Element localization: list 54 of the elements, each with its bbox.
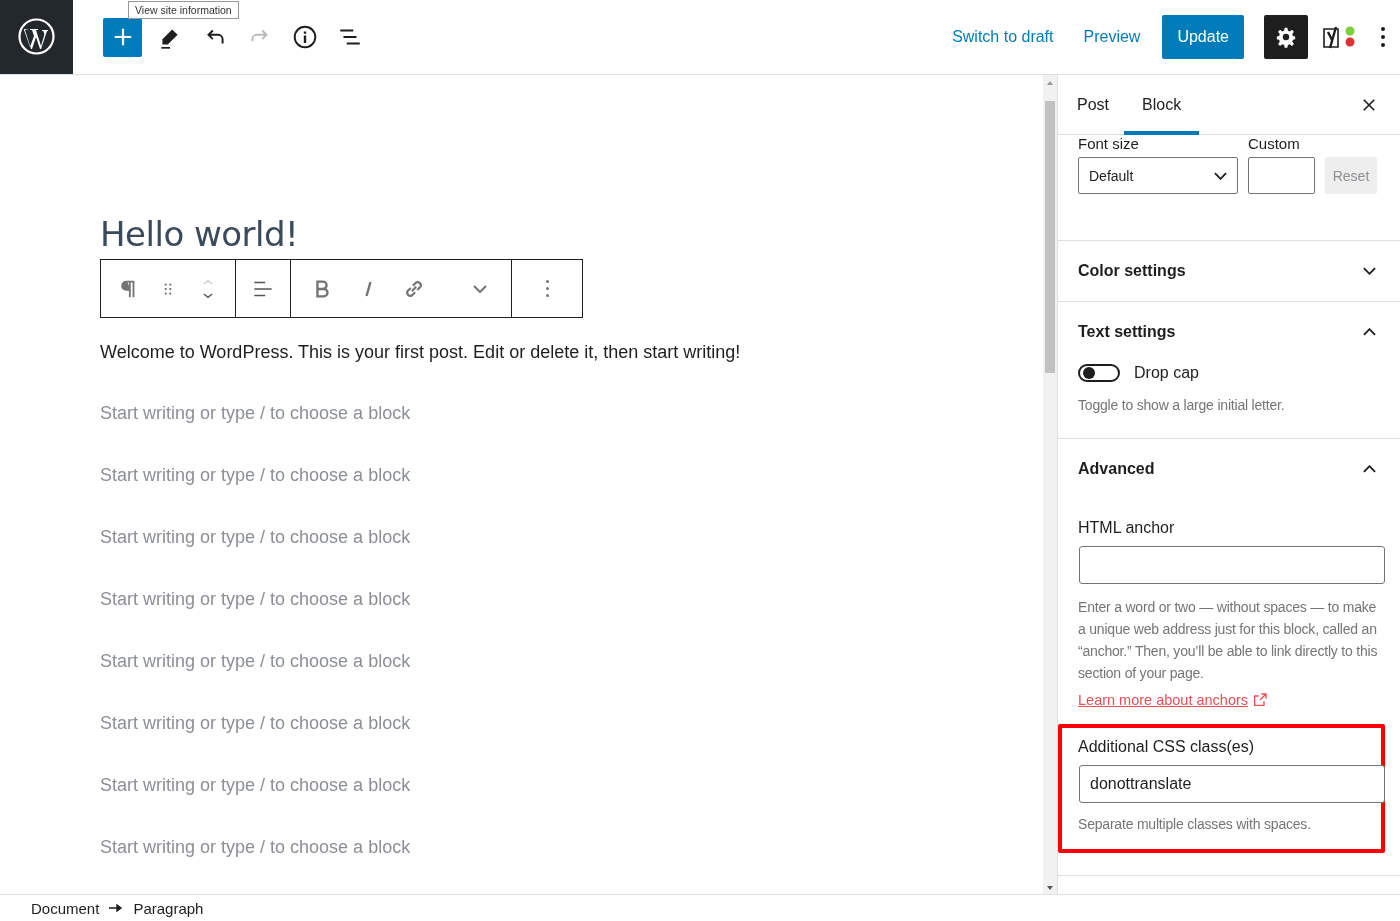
field-label: Font size — [1078, 137, 1140, 151]
block-placeholder[interactable]: Start writing or type / to choose a block — [100, 837, 411, 858]
block-placeholder[interactable]: Start writing or type / to choose a block — [100, 403, 411, 424]
field-label: Custom — [1248, 137, 1300, 151]
block-placeholder[interactable]: Start writing or type / to choose a block — [100, 713, 411, 734]
post-title[interactable]: Hello world! — [100, 213, 299, 255]
help-text: Separate multiple classes with spaces. — [1078, 815, 1312, 834]
chevron-up-icon — [1363, 328, 1376, 336]
help-text: Enter a word or two — without spaces — to make a unique web address just for this block, called an “anchor.” Then, you’ll be able to link directly to this section of your page. — [1078, 598, 1379, 683]
external-link-icon — [1252, 692, 1269, 708]
more-options-icon[interactable] — [1380, 26, 1386, 48]
toggle-label: Drop cap — [1134, 364, 1199, 382]
sidebar-tab[interactable]: Block — [1124, 75, 1200, 135]
scroll-down-icon[interactable] — [1047, 886, 1053, 890]
info-icon — [292, 24, 318, 50]
header-link[interactable]: Preview — [1083, 28, 1141, 46]
input-field[interactable]: donottranslate — [1079, 765, 1385, 803]
panel-header[interactable]: Color settings — [1078, 241, 1380, 301]
scrollbar[interactable] — [1043, 75, 1057, 894]
header-link[interactable]: Switch to draft — [952, 28, 1054, 46]
sidebar-tab[interactable]: Post — [1062, 75, 1124, 135]
toggle-switch[interactable] — [1078, 364, 1120, 382]
more-options-icon — [545, 280, 549, 297]
block-placeholder[interactable]: Start writing or type / to choose a block — [100, 775, 411, 796]
paragraph-text[interactable]: Welcome to WordPress. This is your first post. Edit or delete it, then start writing! — [100, 342, 741, 363]
block-placeholder[interactable]: Start writing or type / to choose a block — [100, 465, 411, 486]
chevron-down-icon — [1363, 267, 1376, 275]
custom-size-field[interactable] — [1248, 157, 1315, 194]
breadcrumb-link[interactable]: Document — [31, 899, 100, 917]
block-placeholder[interactable]: Start writing or type / to choose a block — [100, 527, 411, 548]
update-button[interactable]: Update — [1162, 15, 1244, 59]
font-size-select[interactable]: Default — [1078, 157, 1238, 194]
input-field[interactable] — [1079, 546, 1385, 584]
tooltip: View site information — [128, 1, 239, 19]
block-placeholder[interactable]: Start writing or type / to choose a block — [100, 651, 411, 672]
italic-icon — [364, 280, 372, 297]
chevron-down-icon — [1214, 171, 1227, 180]
chevron-up-icon — [1363, 465, 1376, 473]
settings-icon — [1275, 26, 1297, 48]
field-label: HTML anchor — [1078, 519, 1176, 537]
arrow-icon — [109, 904, 124, 912]
panel-header[interactable]: Advanced — [1078, 439, 1380, 499]
settings-button[interactable] — [1264, 15, 1308, 59]
field-label: Additional CSS class(es) — [1078, 738, 1256, 756]
scrollbar-thumb[interactable] — [1045, 101, 1055, 373]
add-block-button[interactable] — [103, 17, 142, 57]
wordpress-logo[interactable] — [0, 0, 73, 74]
learn-more-link[interactable]: Learn more about anchors — [1078, 692, 1269, 708]
chevron-down-icon — [473, 284, 487, 293]
scroll-up-icon[interactable] — [1047, 81, 1053, 85]
panel-header[interactable]: Text settings — [1078, 302, 1380, 362]
breadcrumb-link[interactable]: Paragraph — [133, 899, 204, 917]
block-placeholder[interactable]: Start writing or type / to choose a block — [100, 589, 411, 610]
help-text: Toggle to show a large initial letter. — [1078, 396, 1286, 415]
